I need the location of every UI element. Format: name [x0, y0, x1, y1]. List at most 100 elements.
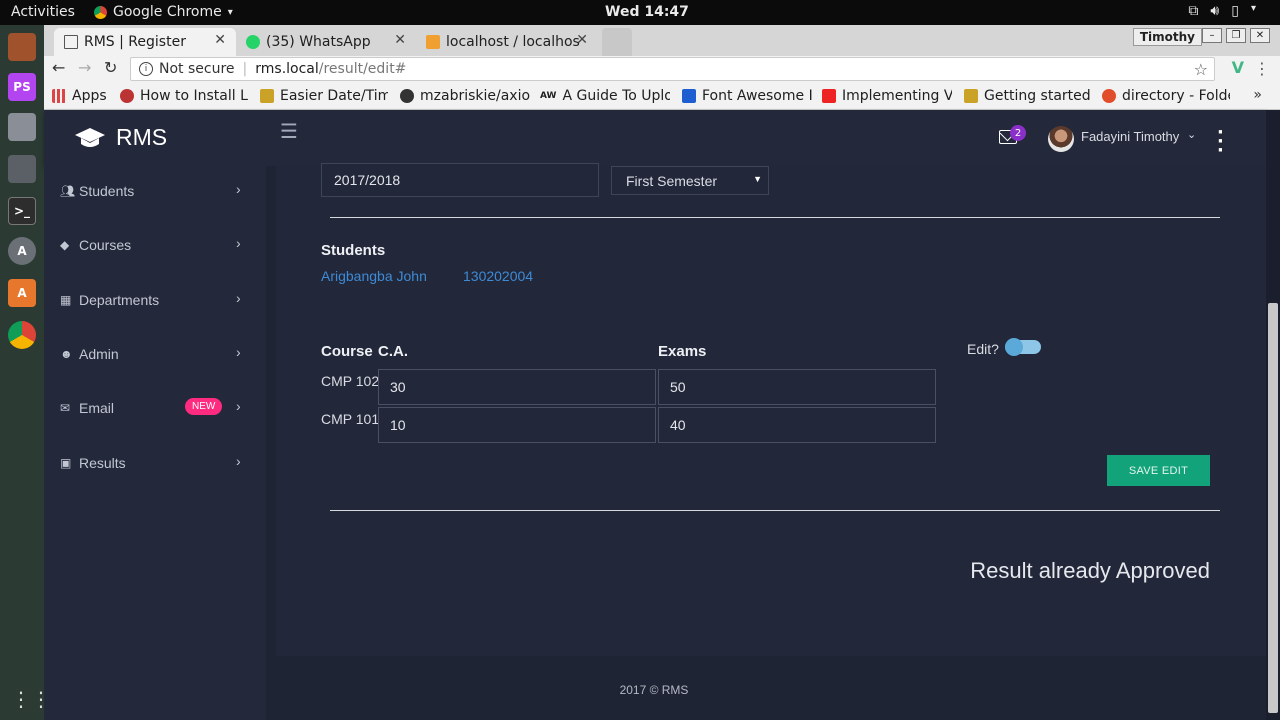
activities-button[interactable]: Activities	[11, 4, 75, 20]
forward-icon[interactable]: →	[78, 58, 91, 77]
video-icon[interactable]	[8, 155, 36, 183]
page-scrollbar[interactable]	[1266, 110, 1280, 720]
exam-score-input[interactable]: 40	[658, 407, 936, 443]
menu-toggle-icon[interactable]: ☰	[280, 119, 298, 143]
brand-logo[interactable]: RMS	[74, 124, 167, 151]
close-icon[interactable]: ✕	[214, 32, 226, 48]
bookmark-item[interactable]: How to Install La	[120, 88, 248, 104]
chevron-right-icon: ›	[236, 453, 241, 469]
students-heading: Students	[321, 242, 386, 259]
bookmark-label: directory - Folde	[1122, 88, 1230, 104]
askubuntu-icon	[1102, 89, 1116, 103]
info-icon[interactable]: i	[139, 62, 153, 76]
main-content: 2017/2018 First Semester ▼ Students Arig…	[266, 163, 1266, 720]
sidebar-item-admin[interactable]: ☻ Admin ›	[44, 335, 266, 375]
browser-toolbar: ← → ↻ i Not secure | rms.local/result/ed…	[44, 56, 1280, 83]
save-edit-button[interactable]: SAVE EDIT	[1107, 455, 1210, 486]
bookmark-item[interactable]: AW A Guide To Uplo	[540, 88, 670, 104]
exam-score-input[interactable]: 50	[658, 369, 936, 405]
vue-devtools-icon[interactable]: V	[1232, 58, 1244, 77]
sidebar-item-email[interactable]: ✉ Email NEW ›	[44, 389, 266, 429]
close-icon[interactable]: ✕	[394, 32, 406, 48]
scrollbar-thumb[interactable]	[1268, 303, 1278, 713]
semester-select[interactable]: First Semester ▼	[611, 166, 769, 195]
student-name-link[interactable]: Arigbangba John	[321, 268, 427, 284]
tab-rms-register[interactable]: RMS | Register ✕	[54, 28, 236, 56]
box-icon: ▣	[60, 456, 72, 470]
bookmark-item[interactable]: Getting started v	[964, 88, 1094, 104]
chevron-right-icon: ›	[236, 344, 241, 360]
more-options-icon[interactable]: · · ·	[1217, 124, 1224, 160]
software-updater-icon[interactable]: A	[8, 237, 36, 265]
volume-icon: 🔊︎	[1210, 3, 1220, 19]
sidebar-item-students[interactable]: 👥︎ Students ›	[44, 172, 266, 212]
column-ca: C.A.	[378, 343, 408, 360]
column-exams: Exams	[658, 343, 707, 360]
site-icon	[260, 89, 274, 103]
bookmark-label: Apps	[72, 88, 107, 104]
archive-icon[interactable]	[8, 113, 36, 141]
envelope-icon: ✉	[60, 401, 71, 415]
address-bar[interactable]: i Not secure | rms.local/result/edit# ☆	[130, 57, 1215, 81]
app-name: Google Chrome	[113, 4, 222, 20]
sidebar-item-departments[interactable]: ▦ Departments ›	[44, 281, 266, 321]
profile-button[interactable]: Timothy	[1132, 28, 1202, 46]
app-header: RMS ☰ 2 Fadayini Timothy ⌄ · · ·	[44, 110, 1266, 166]
users-icon: 👥︎	[60, 184, 76, 198]
launcher-dock: PS >_ A A ⋮⋮	[0, 25, 51, 720]
clock[interactable]: Wed 14:47	[605, 4, 689, 20]
user-name[interactable]: Fadayini Timothy	[1081, 129, 1179, 144]
mail-count-badge: 2	[1010, 125, 1026, 141]
session-input[interactable]: 2017/2018	[321, 163, 599, 197]
bookmark-label: Getting started v	[984, 88, 1094, 104]
close-icon[interactable]: ✕	[576, 32, 588, 48]
app-store-icon[interactable]: A	[8, 279, 36, 307]
column-course: Course	[321, 343, 373, 360]
sidebar-item-results[interactable]: ▣ Results ›	[44, 444, 266, 484]
divider	[330, 217, 1220, 218]
new-tab-button[interactable]	[602, 28, 632, 56]
system-tray[interactable]: ⧉ 🔊︎ ▯ ▾	[1188, 3, 1256, 19]
bookmark-item[interactable]: directory - Folde	[1102, 88, 1230, 104]
minimize-icon[interactable]: –	[1202, 28, 1222, 43]
chrome-menu-icon[interactable]: ⋮	[1254, 59, 1270, 78]
new-badge: NEW	[185, 398, 223, 415]
ca-score-input[interactable]: 30	[378, 369, 656, 405]
whatsapp-icon	[246, 35, 260, 49]
chevron-right-icon: ›	[236, 290, 241, 306]
reload-icon[interactable]: ↻	[104, 58, 117, 77]
brand-name: RMS	[116, 124, 168, 150]
app-menu[interactable]: Google Chrome ▾	[94, 4, 233, 20]
maximize-icon[interactable]: ❐	[1226, 28, 1246, 43]
back-icon[interactable]: ←	[52, 58, 65, 77]
bookmark-item[interactable]: Implementing V	[822, 88, 952, 104]
terminal-icon[interactable]: >_	[8, 197, 36, 225]
sidebar-item-label: Email	[79, 400, 115, 416]
security-status[interactable]: Not secure	[159, 61, 235, 77]
caret-down-icon: ▼	[753, 174, 762, 184]
bookmark-item[interactable]: Font Awesome I	[682, 88, 812, 104]
ca-score-input[interactable]: 10	[378, 407, 656, 443]
tab-whatsapp[interactable]: (35) WhatsApp ✕	[236, 28, 416, 56]
bookmark-item[interactable]: mzabriskie/axio	[400, 88, 530, 104]
chrome-icon	[94, 5, 107, 19]
approval-status: Result already Approved	[970, 558, 1210, 583]
avatar[interactable]	[1048, 126, 1074, 152]
files-icon[interactable]	[8, 33, 36, 61]
phpstorm-icon[interactable]: PS	[8, 73, 36, 101]
bookmark-star-icon[interactable]: ☆	[1194, 60, 1208, 79]
student-id-link[interactable]: 130202004	[463, 268, 533, 284]
chevron-down-icon[interactable]: ⌄	[1187, 128, 1196, 141]
more-bookmarks-button[interactable]: »	[1253, 87, 1262, 103]
tab-phpmyadmin[interactable]: localhost / localhos ✕	[416, 28, 598, 56]
edit-toggle[interactable]	[1005, 338, 1041, 356]
chrome-dock-icon[interactable]	[8, 321, 36, 349]
sidebar-item-courses[interactable]: ◆ Courses ›	[44, 226, 266, 266]
bookmark-apps[interactable]: Apps	[52, 88, 107, 104]
network-icon: ⧉	[1188, 3, 1199, 19]
close-icon[interactable]: ✕	[1250, 28, 1270, 43]
sidebar-item-label: Students	[79, 183, 135, 199]
tab-label: RMS | Register	[84, 34, 186, 50]
tab-label: localhost / localhos	[446, 34, 580, 50]
bookmark-item[interactable]: Easier Date/Tim	[260, 88, 388, 104]
